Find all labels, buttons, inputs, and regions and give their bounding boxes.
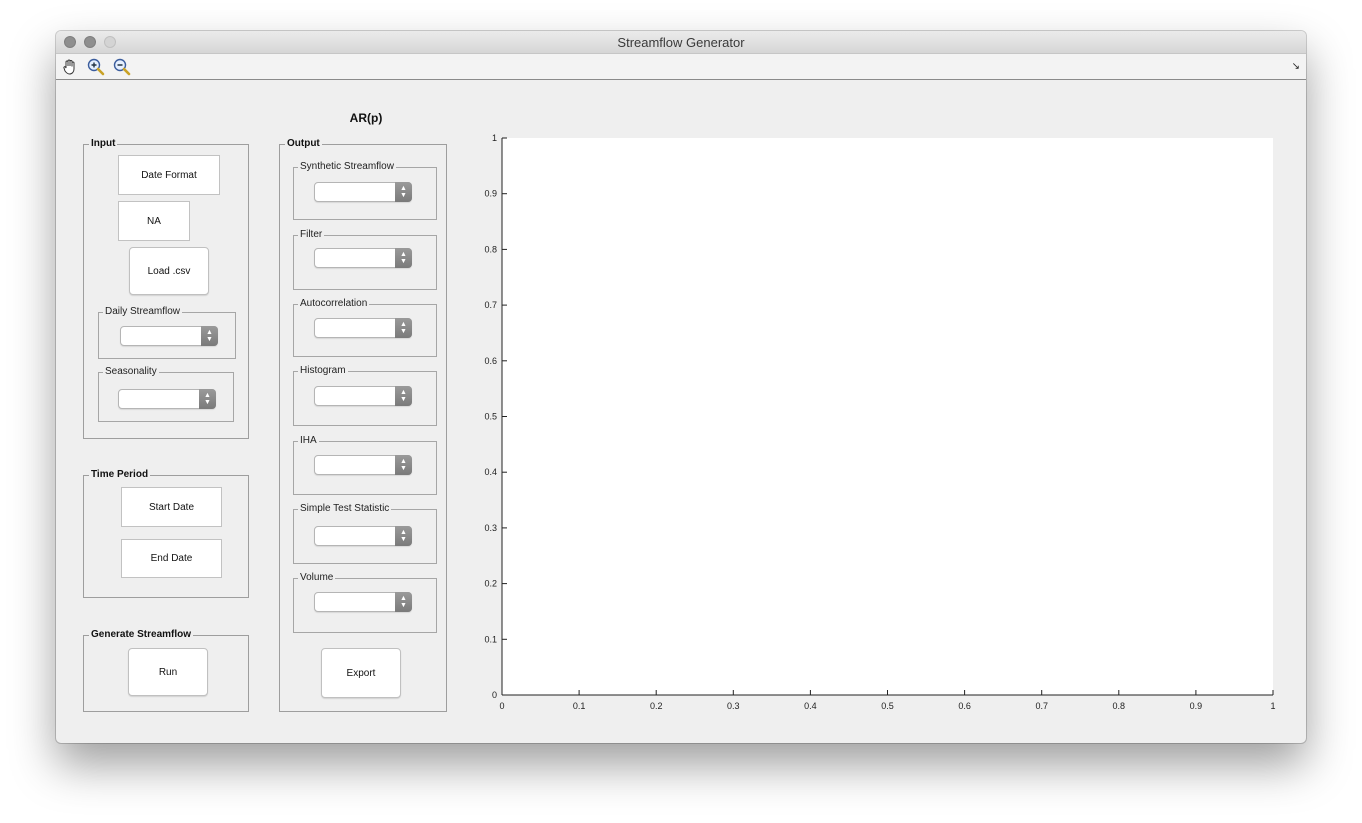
y-tick-label: 0.8 xyxy=(484,244,497,254)
export-button[interactable]: Export xyxy=(321,648,401,698)
volume-select[interactable]: ▲ ▼ xyxy=(314,592,412,612)
y-tick-label: 0.1 xyxy=(484,634,497,644)
simple-test-statistic-group: Simple Test Statistic ▲ ▼ xyxy=(293,503,437,564)
window-title: Streamflow Generator xyxy=(617,35,745,50)
zoom-out-icon[interactable] xyxy=(112,57,132,77)
x-tick-label: 0.3 xyxy=(727,701,740,711)
seasonality-select[interactable]: ▲ ▼ xyxy=(118,389,216,409)
chevron-updown-icon: ▲ ▼ xyxy=(395,182,412,202)
x-tick-label: 0.8 xyxy=(1113,701,1126,711)
plot-background xyxy=(502,138,1273,695)
y-tick-label: 0.4 xyxy=(484,467,497,477)
chevron-updown-icon: ▲ ▼ xyxy=(395,318,412,338)
run-button[interactable]: Run xyxy=(128,648,208,696)
daily-streamflow-group: Daily Streamflow ▲ ▼ xyxy=(98,306,236,359)
y-tick-label: 0.5 xyxy=(484,412,497,422)
y-tick-label: 0.6 xyxy=(484,356,497,366)
filter-select[interactable]: ▲ ▼ xyxy=(314,248,412,268)
input-panel-label: Input xyxy=(89,138,118,150)
pan-hand-icon[interactable] xyxy=(60,57,80,77)
x-tick-label: 1 xyxy=(1270,701,1275,711)
y-tick-label: 0.7 xyxy=(484,300,497,310)
filter-label: Filter xyxy=(298,229,325,241)
y-tick-label: 1 xyxy=(492,133,497,143)
time-period-panel: Time Period Start Date End Date xyxy=(83,469,249,598)
y-tick-label: 0 xyxy=(492,690,497,700)
filter-group: Filter ▲ ▼ xyxy=(293,229,437,290)
y-tick-label: 0.2 xyxy=(484,579,497,589)
iha-group: IHA ▲ ▼ xyxy=(293,435,437,495)
y-tick-label: 0.3 xyxy=(484,523,497,533)
x-tick-label: 0 xyxy=(499,701,504,711)
seasonality-group: Seasonality ▲ ▼ xyxy=(98,366,234,422)
toolbar-expand-icon[interactable]: ↘ xyxy=(1292,61,1300,72)
start-date-field[interactable]: Start Date xyxy=(121,487,222,527)
time-period-label: Time Period xyxy=(89,469,151,481)
chevron-updown-icon: ▲ ▼ xyxy=(395,592,412,612)
x-tick-label: 0.2 xyxy=(650,701,663,711)
input-panel: Input Date Format NA Load .csv Daily Str… xyxy=(83,138,249,439)
chevron-updown-icon: ▲ ▼ xyxy=(395,386,412,406)
daily-streamflow-select[interactable]: ▲ ▼ xyxy=(120,326,218,346)
synthetic-streamflow-label: Synthetic Streamflow xyxy=(298,161,396,173)
volume-label: Volume xyxy=(298,572,336,584)
model-title: AR(p) xyxy=(349,111,383,125)
volume-group: Volume ▲ ▼ xyxy=(293,572,437,633)
autocorrelation-label: Autocorrelation xyxy=(298,298,370,310)
output-panel-label: Output xyxy=(285,138,322,150)
plot-axes: 0 0.1 0.2 0.3 0.4 0.5 0.6 0.7 0.8 0.9 1 0 0.1 0.2 0.3 0… xyxy=(476,131,1286,726)
date-format-field[interactable]: Date Format xyxy=(118,155,220,195)
chevron-updown-icon: ▲ ▼ xyxy=(199,389,216,409)
zoom-in-icon[interactable] xyxy=(86,57,106,77)
end-date-field[interactable]: End Date xyxy=(121,539,222,578)
app-window: Streamflow Generator ↘ Input Date Format… xyxy=(56,31,1306,743)
simple-test-statistic-label: Simple Test Statistic xyxy=(298,503,392,515)
synthetic-streamflow-group: Synthetic Streamflow ▲ ▼ xyxy=(293,161,437,220)
generate-streamflow-label: Generate Streamflow xyxy=(89,629,194,641)
x-tick-label: 0.5 xyxy=(881,701,894,711)
na-field[interactable]: NA xyxy=(118,201,190,241)
daily-streamflow-label: Daily Streamflow xyxy=(103,306,183,318)
title-bar: Streamflow Generator xyxy=(56,31,1306,54)
chevron-updown-icon: ▲ ▼ xyxy=(201,326,218,346)
iha-label: IHA xyxy=(298,435,319,447)
generate-streamflow-panel: Generate Streamflow Run xyxy=(83,629,249,712)
synthetic-streamflow-select[interactable]: ▲ ▼ xyxy=(314,182,412,202)
simple-test-statistic-select[interactable]: ▲ ▼ xyxy=(314,526,412,546)
plot-svg: 0 0.1 0.2 0.3 0.4 0.5 0.6 0.7 0.8 0.9 1 0 0.1 0.2 0.3 0… xyxy=(484,133,1275,711)
x-tick-label: 0.1 xyxy=(573,701,586,711)
autocorrelation-select[interactable]: ▲ ▼ xyxy=(314,318,412,338)
x-tick-label: 0.7 xyxy=(1035,701,1048,711)
figure-toolbar: ↘ xyxy=(56,54,1306,80)
autocorrelation-group: Autocorrelation ▲ ▼ xyxy=(293,298,437,357)
x-tick-label: 0.6 xyxy=(958,701,971,711)
x-tick-label: 0.9 xyxy=(1190,701,1203,711)
x-tick-label: 0.4 xyxy=(804,701,817,711)
histogram-label: Histogram xyxy=(298,365,348,377)
chevron-updown-icon: ▲ ▼ xyxy=(395,455,412,475)
histogram-select[interactable]: ▲ ▼ xyxy=(314,386,412,406)
chevron-updown-icon: ▲ ▼ xyxy=(395,526,412,546)
output-panel: Output Synthetic Streamflow ▲ ▼ Filter ▲ ▼… xyxy=(279,138,447,712)
seasonality-label: Seasonality xyxy=(103,366,159,378)
chevron-updown-icon: ▲ ▼ xyxy=(395,248,412,268)
iha-select[interactable]: ▲ ▼ xyxy=(314,455,412,475)
histogram-group: Histogram ▲ ▼ xyxy=(293,365,437,426)
load-csv-button[interactable]: Load .csv xyxy=(129,247,209,295)
y-tick-label: 0.9 xyxy=(484,189,497,199)
